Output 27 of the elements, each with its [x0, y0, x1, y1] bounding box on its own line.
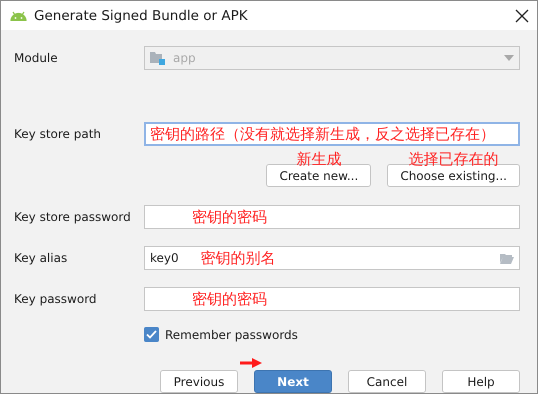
- input-field[interactable]: 密钥的路径（没有就选择新生成，反之选择已存在）: [144, 122, 520, 146]
- close-button[interactable]: [515, 8, 529, 22]
- input-field[interactable]: 密钥的密码: [144, 205, 520, 229]
- annotation-text: 密钥的路径（没有就选择新生成，反之选择已存在）: [150, 124, 495, 144]
- field-label: Key store path: [14, 127, 102, 141]
- annotation-text: 密钥的密码: [192, 208, 267, 226]
- android-icon: [10, 10, 27, 20]
- dropdown-value: app: [173, 51, 197, 65]
- field-label: Key store password: [14, 210, 132, 224]
- folder-icon[interactable]: [500, 252, 514, 264]
- input-field[interactable]: key0 密钥的别名: [144, 246, 520, 270]
- dialog-button[interactable]: Previous: [160, 370, 238, 393]
- dialog-button[interactable]: Cancel: [348, 370, 426, 393]
- dialog-button[interactable]: Help: [442, 370, 520, 393]
- dropdown-arrow-icon: [504, 55, 514, 61]
- annotation-text: 密钥的密码: [192, 290, 267, 308]
- field-label: Module: [14, 51, 59, 65]
- checkbox[interactable]: [144, 327, 159, 342]
- field-label: Key alias: [14, 251, 68, 265]
- input-field[interactable]: 密钥的密码: [144, 287, 520, 311]
- field-label: Key password: [14, 292, 98, 306]
- annotation-text: 密钥的别名: [200, 248, 276, 268]
- field-value: key0: [150, 251, 179, 265]
- folder-icon: [150, 52, 165, 64]
- checkbox-label: Remember passwords: [165, 328, 298, 342]
- next-button[interactable]: Next: [254, 370, 332, 393]
- window-title: Generate Signed Bundle or APK: [34, 8, 249, 24]
